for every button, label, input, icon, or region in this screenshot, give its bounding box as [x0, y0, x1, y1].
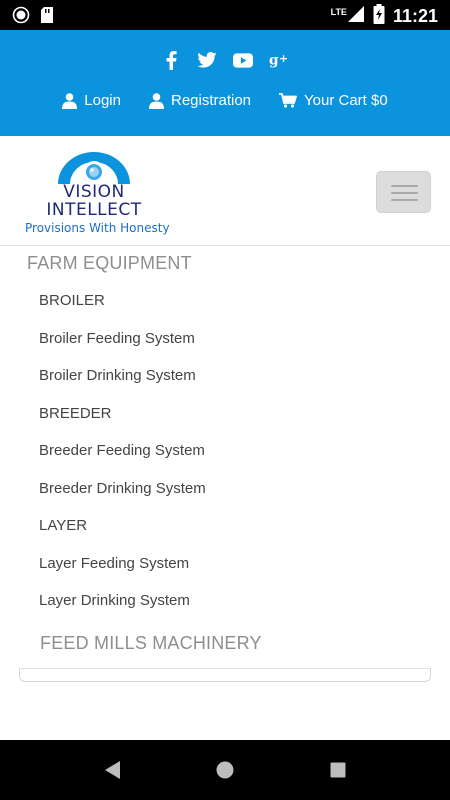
user-icon — [148, 92, 164, 109]
menu-item-broiler-feeding-system[interactable]: Broiler Feeding System — [39, 330, 195, 347]
battery-charging-icon — [373, 4, 385, 29]
facebook-icon[interactable] — [161, 50, 181, 70]
svg-text:g: g — [269, 53, 279, 68]
sd-card-icon — [40, 6, 54, 29]
cart-link[interactable]: Your Cart $0 — [279, 92, 388, 109]
logo-text-line1: VISION — [63, 182, 125, 202]
menu-item-broiler[interactable]: BROILER — [39, 292, 105, 309]
menu-item-breeder[interactable]: BREEDER — [39, 405, 112, 422]
user-icon — [62, 92, 78, 109]
back-icon[interactable] — [103, 760, 121, 780]
notification-circle-icon — [12, 6, 30, 29]
google-plus-icon[interactable]: g + — [269, 50, 289, 70]
registration-label: Registration — [170, 92, 252, 109]
twitter-icon[interactable] — [197, 50, 217, 70]
category-feed-mills-machinery[interactable]: FEED MILLS MACHINERY — [40, 633, 262, 654]
menu-item-layer[interactable]: LAYER — [39, 517, 87, 534]
logo-text-line2: INTELLECT — [46, 200, 142, 220]
login-link[interactable]: Login — [62, 92, 121, 109]
status-bar: LTE 11:21 — [0, 0, 450, 30]
menu-item-breeder-drinking-system[interactable]: Breeder Drinking System — [39, 480, 206, 497]
registration-link[interactable]: Registration — [148, 92, 252, 109]
hamburger-line — [391, 185, 418, 187]
youtube-icon[interactable] — [233, 50, 253, 70]
clock: 11:21 — [392, 6, 438, 26]
login-label: Login — [84, 92, 121, 109]
logo-tagline: Provisions With Honesty — [25, 221, 170, 235]
social-links: g + — [0, 50, 450, 70]
menu-item-broiler-drinking-system[interactable]: Broiler Drinking System — [39, 367, 196, 384]
menu-item-layer-feeding-system[interactable]: Layer Feeding System — [39, 555, 189, 572]
android-nav-bar — [0, 740, 450, 800]
svg-text:+: + — [279, 52, 288, 65]
hamburger-menu-button[interactable] — [376, 171, 431, 213]
eye-arch-icon — [58, 152, 130, 184]
cart-icon — [279, 93, 297, 108]
account-links: Login Registration Your Cart $0 — [0, 92, 450, 109]
cart-label: Your Cart $0 — [304, 92, 388, 109]
site-logo[interactable]: VISION INTELLECT Provisions With Honesty — [24, 150, 184, 238]
top-header: g + Login Registration Your Cart $0 — [0, 30, 450, 136]
menu-panel-border — [19, 668, 431, 682]
recents-icon[interactable] — [330, 762, 346, 778]
hamburger-line — [391, 199, 418, 201]
menu-item-breeder-feeding-system[interactable]: Breeder Feeding System — [39, 442, 205, 459]
lte-signal-icon — [347, 5, 365, 28]
brand-bar: VISION INTELLECT Provisions With Honesty — [0, 136, 450, 246]
network-type: LTE — [330, 6, 347, 17]
hamburger-line — [391, 192, 418, 194]
category-farm-equipment[interactable]: FARM EQUIPMENT — [27, 253, 192, 274]
menu-item-layer-drinking-system[interactable]: Layer Drinking System — [39, 592, 190, 609]
home-icon[interactable] — [216, 761, 234, 779]
